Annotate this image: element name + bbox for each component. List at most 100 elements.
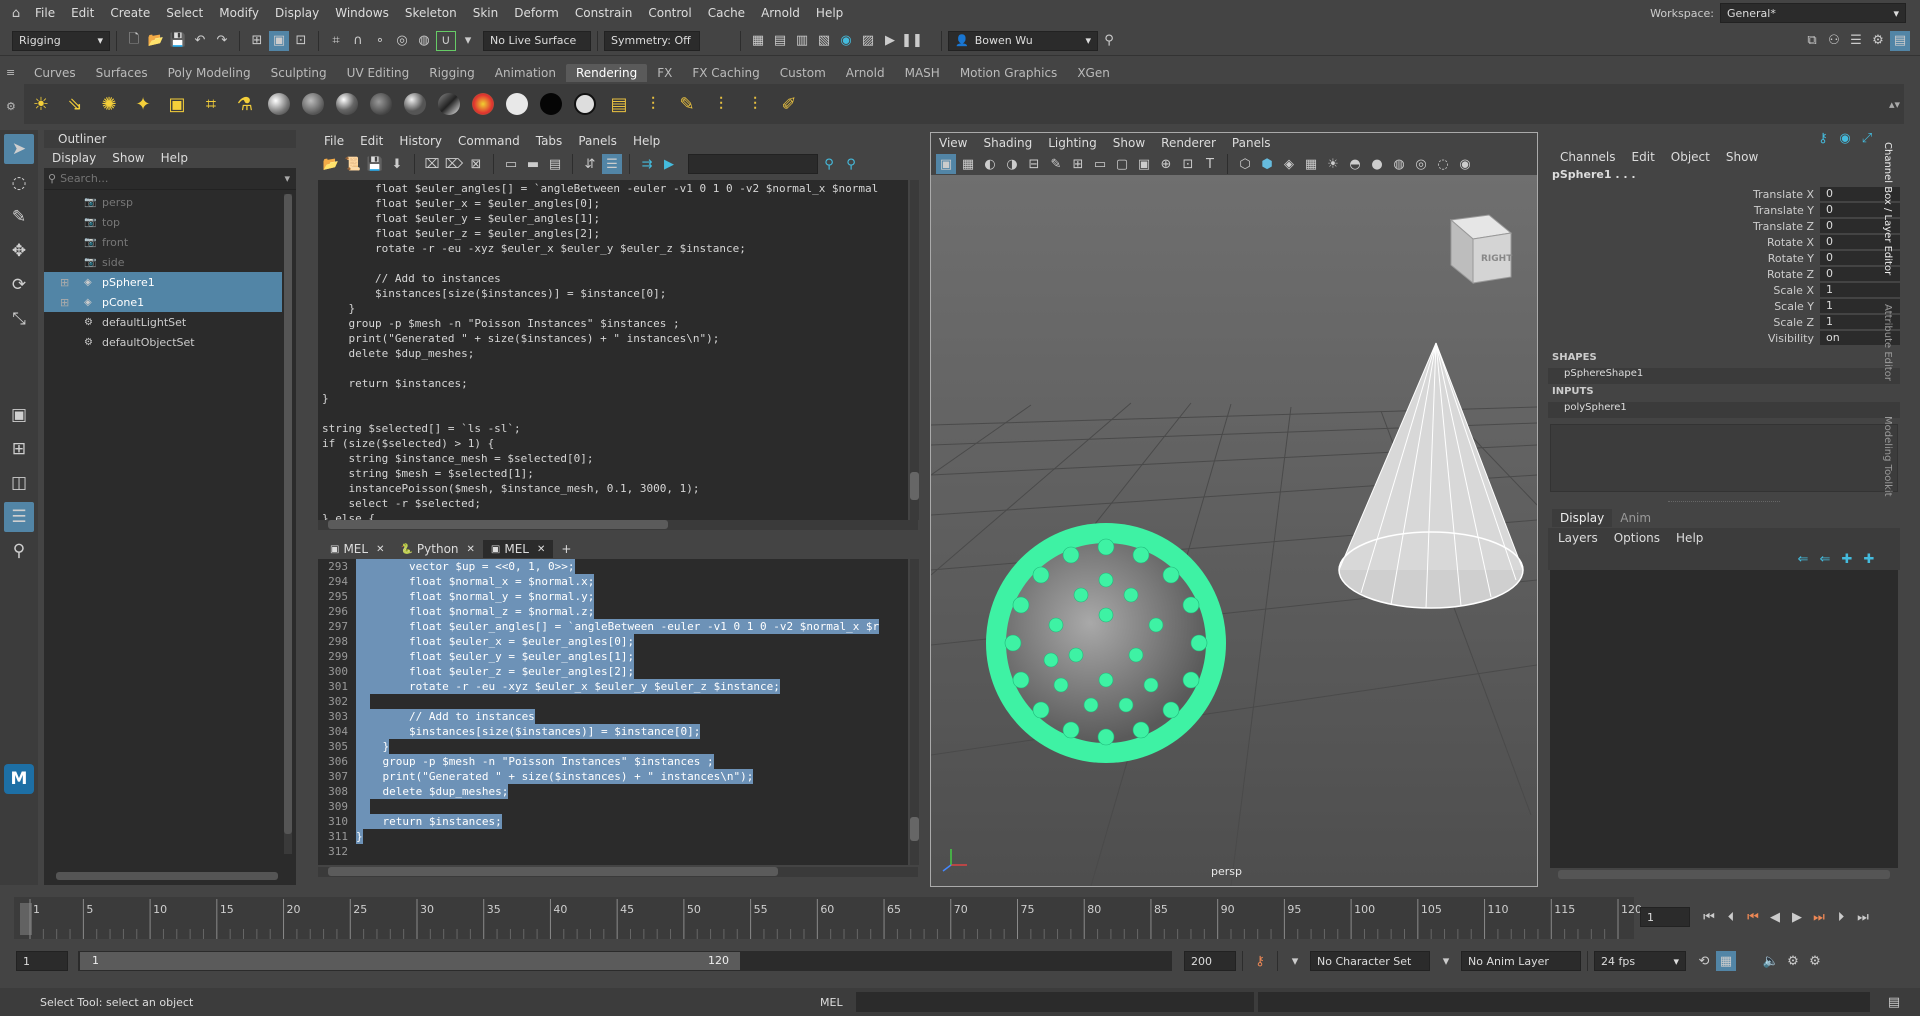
- menu-edit[interactable]: Edit: [63, 6, 102, 20]
- ambient-occlusion-icon[interactable]: ●: [1367, 154, 1387, 174]
- textured-icon[interactable]: ▦: [1301, 154, 1321, 174]
- channel-scale-z[interactable]: Scale Z1: [1548, 314, 1900, 330]
- close-icon[interactable]: ✕: [376, 544, 384, 555]
- script-editor-menu-command[interactable]: Command: [450, 134, 528, 148]
- bookmark-icon[interactable]: ◐: [980, 154, 1000, 174]
- animation-preferences-icon[interactable]: ⚙: [1783, 951, 1803, 971]
- render-image-icon[interactable]: ▤: [605, 90, 633, 118]
- shelf-tab-fx[interactable]: FX: [647, 64, 682, 82]
- move-layer-up-icon[interactable]: ⇐: [1793, 549, 1813, 569]
- surface-shader-icon[interactable]: [401, 90, 429, 118]
- add-tab-icon[interactable]: +: [553, 540, 579, 558]
- clear-all-icon[interactable]: ⊠: [466, 154, 486, 174]
- current-time-marker[interactable]: [20, 903, 32, 935]
- script-input-pane[interactable]: 293 vector $up = <<0, 1, 0>>; 294 float $…: [318, 559, 908, 865]
- lock-icon[interactable]: ◉: [1835, 128, 1855, 148]
- shelf-tab-fx-caching[interactable]: FX Caching: [682, 64, 769, 82]
- clear-history-icon[interactable]: ⌧: [422, 154, 442, 174]
- outliner-menu-show[interactable]: Show: [104, 151, 152, 165]
- time-slider[interactable]: 1 5 10 15 20 25 30 35 40 45 50 55 60 65 70 75 80 85 90 95 10…: [0, 895, 1920, 943]
- show-history-icon[interactable]: ▭: [501, 154, 521, 174]
- save-scene-icon[interactable]: 💾: [168, 31, 188, 51]
- shelf-tab-curves[interactable]: Curves: [24, 64, 86, 82]
- safe-action-icon[interactable]: ⊡: [1178, 154, 1198, 174]
- grid-icon[interactable]: ⊞: [1068, 154, 1088, 174]
- expand-icon[interactable]: ⊞: [60, 276, 69, 289]
- white-swatch-icon[interactable]: [503, 90, 531, 118]
- layer-menu-layers[interactable]: Layers: [1550, 531, 1606, 545]
- channel-translate-z[interactable]: Translate Z0: [1548, 218, 1900, 234]
- camera-aim-icon[interactable]: ⚗: [231, 90, 259, 118]
- lambert-material-icon[interactable]: [299, 90, 327, 118]
- step-forward-frame-icon[interactable]: ⏵: [1831, 907, 1851, 927]
- execute-icon[interactable]: ▶: [659, 154, 679, 174]
- move-layer-down-icon[interactable]: ⇐: [1815, 549, 1835, 569]
- menu-deform[interactable]: Deform: [506, 6, 567, 20]
- menu-create[interactable]: Create: [102, 6, 158, 20]
- home-icon[interactable]: ⌂: [6, 3, 26, 23]
- modeling-toolkit-icon[interactable]: ⧉: [1802, 31, 1822, 51]
- step-back-frame-icon[interactable]: ⏴: [1721, 907, 1741, 927]
- scene-end-field[interactable]: 200: [1184, 951, 1236, 971]
- render-frame-icon[interactable]: ▤: [770, 31, 790, 51]
- snap-curve-icon[interactable]: ∩: [348, 31, 368, 51]
- pin-icon[interactable]: ⤢: [1857, 128, 1877, 148]
- side-tab-modeling-toolkit[interactable]: Modeling Toolkit: [1882, 416, 1893, 526]
- menu-help[interactable]: Help: [808, 6, 851, 20]
- echo-commands-icon[interactable]: ⇵: [580, 154, 600, 174]
- outliner-menu-help[interactable]: Help: [153, 151, 196, 165]
- lasso-tool-icon[interactable]: ◌: [4, 168, 34, 198]
- script-editor-menu-panels[interactable]: Panels: [570, 134, 625, 148]
- channel-box-menu-channels[interactable]: Channels: [1552, 150, 1624, 164]
- viewport-menu-panels[interactable]: Panels: [1224, 136, 1279, 150]
- layer-menu-help[interactable]: Help: [1668, 531, 1711, 545]
- point-light-icon[interactable]: ✺: [95, 90, 123, 118]
- viewport-menu-view[interactable]: View: [931, 136, 975, 150]
- hypershade-icon[interactable]: ◉: [836, 31, 856, 51]
- range-slider-bar[interactable]: 1 120: [78, 951, 1172, 971]
- render-view-icon[interactable]: ▦: [748, 31, 768, 51]
- select-by-object-icon[interactable]: ▣: [269, 30, 289, 51]
- camera-attributes-icon[interactable]: ▦: [958, 154, 978, 174]
- make-live-icon[interactable]: ∪: [436, 30, 456, 51]
- new-layer-icon[interactable]: ✚: [1837, 549, 1857, 569]
- shelf-options-icon[interactable]: ≡: [6, 66, 20, 80]
- outliner-item-front[interactable]: 📷 front: [44, 232, 282, 252]
- script-tab-python[interactable]: 🐍 Python ✕: [392, 540, 482, 558]
- script-editor-menu-tabs[interactable]: Tabs: [528, 134, 571, 148]
- select-by-hierarchy-icon[interactable]: ⊞: [247, 31, 267, 51]
- shelf-tab-rigging[interactable]: Rigging: [419, 64, 484, 82]
- script-editor-menu-help[interactable]: Help: [625, 134, 668, 148]
- auto-key-icon[interactable]: ⚷: [1250, 951, 1270, 971]
- key-icon[interactable]: ⚷: [1813, 128, 1833, 148]
- script-tab-mel[interactable]: ▣ MEL ✕: [482, 540, 554, 558]
- show-both-icon[interactable]: ▤: [545, 154, 565, 174]
- snap-surface-icon[interactable]: ◍: [414, 31, 434, 51]
- script-editor-menu-history[interactable]: History: [391, 134, 450, 148]
- outliner-hscrollbar[interactable]: [56, 872, 278, 880]
- layer-menu-options[interactable]: Options: [1606, 531, 1668, 545]
- new-layer-selected-icon[interactable]: ✚: [1859, 549, 1879, 569]
- tool-settings-icon[interactable]: ⚙: [1868, 31, 1888, 51]
- live-surface-field[interactable]: No Live Surface: [483, 30, 591, 51]
- search-icon[interactable]: ⚲: [4, 536, 34, 566]
- input-hscrollbar[interactable]: [318, 867, 918, 877]
- script-tab-mel[interactable]: ▣ MEL ✕: [322, 540, 392, 558]
- loop-icon[interactable]: ⟲: [1694, 951, 1714, 971]
- motion-blur-icon[interactable]: ◍: [1389, 154, 1409, 174]
- outliner-item-side[interactable]: 📷 side: [44, 252, 282, 272]
- use-lights-icon[interactable]: ☀: [1323, 154, 1343, 174]
- scene-start-field[interactable]: 1: [16, 951, 68, 971]
- arnold-render-icon[interactable]: ▨: [858, 31, 878, 51]
- shelf-tab-motion-graphics[interactable]: Motion Graphics: [950, 64, 1068, 82]
- history-vscrollbar[interactable]: [910, 180, 919, 520]
- clear-input-icon[interactable]: ⌦: [444, 154, 464, 174]
- area-light-icon[interactable]: ▣: [163, 90, 191, 118]
- sound-icon[interactable]: 🔈: [1761, 951, 1781, 971]
- expand-icon[interactable]: ⊞: [60, 296, 69, 309]
- layer-tab-anim[interactable]: Anim: [1612, 509, 1659, 527]
- input-vscrollbar[interactable]: [910, 559, 919, 865]
- outliner-search[interactable]: ⚲ ▾: [44, 168, 296, 190]
- channel-box-menu-edit[interactable]: Edit: [1624, 150, 1663, 164]
- shelf-tab-xgen[interactable]: XGen: [1067, 64, 1120, 82]
